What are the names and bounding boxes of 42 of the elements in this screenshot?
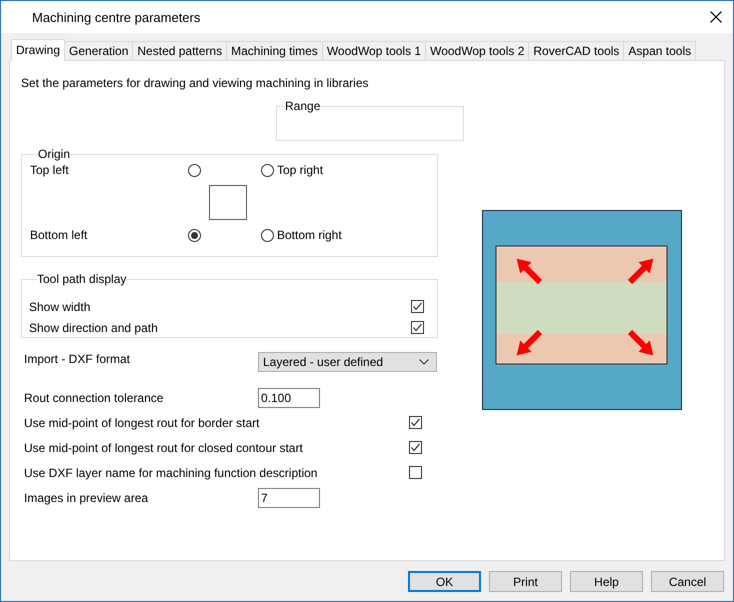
input-field[interactable]: 7 bbox=[258, 488, 320, 508]
tab[interactable]: WoodWop tools 2 bbox=[425, 41, 530, 60]
chevron-down-icon bbox=[419, 359, 429, 365]
format-dropdown[interactable]: Layered - user defined bbox=[258, 352, 437, 372]
radio-button[interactable] bbox=[261, 164, 274, 176]
radio-button[interactable] bbox=[261, 228, 274, 242]
dialog-button[interactable]: Cancel bbox=[651, 571, 724, 592]
dialog-button[interactable]: Print bbox=[489, 571, 562, 592]
checkbox[interactable] bbox=[411, 300, 424, 313]
radio-button[interactable] bbox=[188, 228, 201, 242]
radio-button[interactable] bbox=[188, 164, 201, 176]
radio-label: Top left bbox=[30, 163, 70, 177]
dialog-button[interactable]: Help bbox=[570, 571, 643, 592]
checkbox[interactable] bbox=[409, 416, 422, 429]
checkbox[interactable] bbox=[409, 466, 422, 479]
checkbox-label: Show width bbox=[29, 300, 90, 314]
setting-label: Import - DXF format bbox=[24, 352, 132, 366]
group-title: Origin bbox=[38, 147, 70, 161]
checkbox[interactable] bbox=[409, 441, 422, 454]
close-icon[interactable] bbox=[710, 11, 722, 23]
group-title: Range bbox=[285, 99, 320, 113]
checkbox-label: Show direction and path bbox=[29, 320, 158, 334]
description-text: Set the parameters for drawing and viewing machining in libraries bbox=[21, 76, 370, 90]
group-title: Tool path display bbox=[37, 272, 126, 286]
setting-label: Use mid-point of longest rout for closed contour start bbox=[24, 440, 304, 454]
tab[interactable]: Machining times bbox=[226, 41, 323, 60]
corner-square bbox=[209, 185, 247, 220]
tab[interactable]: Drawing bbox=[11, 39, 66, 61]
setting-label: Use DXF layer name for machining function description bbox=[24, 466, 318, 480]
tab[interactable]: Aspan tools bbox=[623, 41, 696, 60]
tab[interactable]: WoodWop tools 1 bbox=[322, 41, 426, 60]
setting-label: Images in preview area bbox=[24, 490, 150, 504]
tab[interactable]: Nested patterns bbox=[132, 41, 228, 60]
radio-label: Bottom left bbox=[30, 228, 88, 242]
input-field[interactable]: 0.100 bbox=[258, 388, 320, 408]
window-title: Machining centre parameters bbox=[32, 10, 200, 24]
radio-label: Top right bbox=[277, 163, 324, 177]
setting-label: Use mid-point of longest rout for border start bbox=[24, 416, 260, 430]
radio-label: Bottom right bbox=[277, 228, 342, 242]
setting-label: Rout connection tolerance bbox=[24, 390, 164, 404]
dialog-button[interactable]: OK bbox=[408, 571, 481, 592]
checkbox[interactable] bbox=[411, 321, 424, 334]
